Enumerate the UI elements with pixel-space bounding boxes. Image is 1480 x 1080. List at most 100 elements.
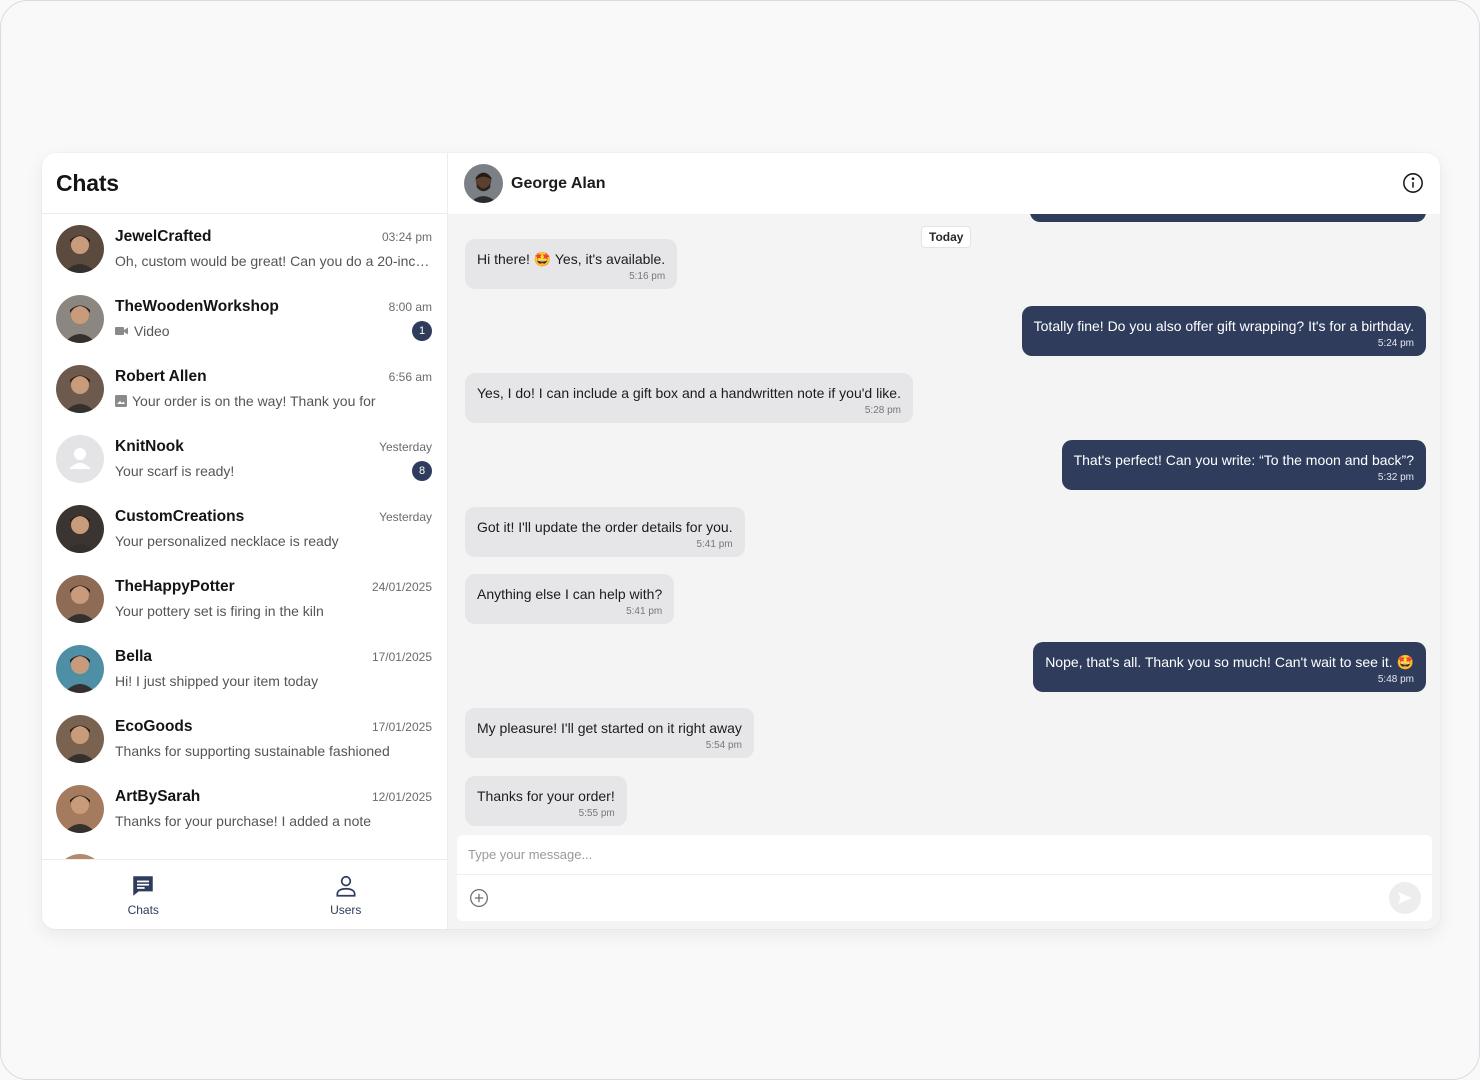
date-separator: Today [921, 226, 972, 248]
tab-users-label: Users [330, 902, 362, 917]
chat-time: 03:24 pm [381, 229, 432, 244]
conversation-panel: George Alan Today Hi there! 🤩 Yes, it's … [448, 153, 1440, 929]
chat-list-item[interactable]: EcoGoods 17/01/2025 Thanks for supporting … [42, 704, 447, 774]
message-time: 5:16 pm [629, 271, 666, 282]
chat-name: TheHappyPotter [115, 577, 235, 595]
chat-list-item[interactable]: Bella 17/01/2025 Hi! I just shipped your i… [42, 634, 447, 704]
bottom-tab-bar: Chats Users [42, 859, 447, 929]
chat-preview-text: Thanks for your purchase! I added a note [115, 812, 372, 829]
avatar [56, 295, 104, 343]
sidebar-header: Chats [42, 153, 447, 214]
chat-preview: Your order is on the way! Thank you for [115, 393, 376, 409]
incoming-message[interactable]: Thanks for your order! 5:55 pm [465, 776, 627, 826]
avatar [56, 645, 104, 693]
chat-name: Bella [115, 647, 153, 665]
avatar [56, 505, 104, 553]
send-icon [1398, 892, 1412, 904]
chat-list-item[interactable]: ArtBySarah 12/01/2025 Thanks for your purc… [42, 774, 447, 844]
outgoing-message[interactable]: That's perfect! Can you write: “To the m… [1061, 440, 1426, 490]
incoming-message[interactable]: Anything else I can help with? 5:41 pm [465, 574, 675, 624]
chat-preview: Your personalized necklace is ready [115, 533, 339, 549]
chat-app: Chats JewelCrafted 03:24 pm Oh, custom wou… [42, 153, 1440, 929]
message-area[interactable]: Today Hi there! 🤩 Yes, it's available. 5:… [448, 214, 1440, 835]
chat-name: EcoGoods [115, 717, 193, 735]
chat-preview-text: Your scarf is ready! [115, 462, 235, 479]
tab-users[interactable]: Users [245, 860, 448, 929]
add-attachment-icon[interactable] [469, 888, 489, 908]
contact-name: George Alan [511, 174, 606, 192]
chat-time: 12/01/2025 [371, 789, 432, 804]
chat-list-item[interactable]: TheHappyPotter 24/01/2025 Your pottery set… [42, 564, 447, 634]
message-text: My pleasure! I'll get started on it righ… [477, 720, 742, 736]
incoming-message[interactable]: My pleasure! I'll get started on it righ… [465, 708, 754, 758]
chat-preview-text: Your pottery set is firing in the kiln [115, 602, 324, 619]
image-icon [115, 394, 127, 407]
chat-time: 6:56 am [388, 369, 432, 384]
chat-list-item[interactable]: Robert Allen 6:56 am Your order is on the … [42, 354, 447, 424]
message-time: 5:41 pm [696, 539, 733, 550]
chat-list-item[interactable]: CustomCreations Yesterday Your personalize… [42, 494, 447, 564]
message-time: 5:48 pm [1377, 674, 1414, 685]
chat-item-body: EcoGoods 17/01/2025 Thanks for supporting … [115, 718, 432, 761]
message-text: Hi there! 🤩 Yes, it's available. [477, 251, 666, 267]
message-time: 5:55 pm [578, 808, 615, 819]
chat-list: JewelCrafted 03:24 pm Oh, custom would be … [42, 214, 447, 859]
chat-preview: Hi! I just shipped your item today [115, 673, 318, 689]
chat-preview-text: Your order is on the way! Thank you for [132, 392, 376, 409]
chat-preview: Your scarf is ready! [115, 463, 234, 479]
message-text: That's perfect! Can you write: “To the m… [1073, 452, 1414, 468]
incoming-message[interactable]: Hi there! 🤩 Yes, it's available. 5:16 pm [465, 239, 678, 289]
chat-preview-text: Hi! I just shipped your item today [115, 672, 319, 689]
chat-item-body: TheWoodenWorkshop 8:00 am Video 1 [115, 298, 432, 341]
unread-badge: 8 [412, 460, 432, 481]
chat-item-body: CustomCreations Yesterday Your personalize… [115, 508, 432, 551]
chat-name: ArtBySarah [115, 787, 201, 805]
chat-preview: Thanks for your purchase! I added a note [115, 813, 371, 829]
message-time: 5:28 pm [864, 405, 901, 416]
message-text: Thanks for your order! [477, 788, 615, 804]
composer-input-row [457, 835, 1432, 875]
video-icon [115, 326, 129, 336]
avatar [56, 225, 104, 273]
chat-preview: Oh, custom would be great! Can you do a … [115, 253, 432, 269]
chat-preview: Video [115, 323, 170, 339]
message-time: 5:24 pm [1377, 338, 1414, 349]
tab-chats[interactable]: Chats [42, 860, 245, 929]
chat-name: KnitNook [115, 437, 184, 455]
chat-name: TheWoodenWorkshop [115, 297, 279, 315]
outgoing-message[interactable]: Totally fine! Do you also offer gift wra… [1021, 306, 1426, 356]
chat-name: JewelCrafted [115, 227, 212, 245]
message-time: 5:54 pm [705, 740, 742, 751]
chat-time: 24/01/2025 [371, 579, 432, 594]
chat-time: 8:00 am [388, 299, 432, 314]
contact-avatar[interactable] [464, 164, 503, 203]
message-time: 5:41 pm [626, 606, 663, 617]
message-text: Nope, that's all. Thank you so much! Can… [1045, 654, 1414, 670]
send-button[interactable] [1389, 882, 1421, 914]
chat-item-body: ArtBySarah 12/01/2025 Thanks for your purc… [115, 788, 432, 831]
chat-time: Yesterday [379, 509, 432, 524]
message-text: Yes, I do! I can include a gift box and … [477, 385, 901, 401]
tab-chats-label: Chats [127, 902, 159, 917]
chat-list-item[interactable]: KnitNook Yesterday Your scarf is ready! 8 [42, 424, 447, 494]
chat-preview-text: Video [134, 322, 170, 339]
chat-item-body: JewelCrafted 03:24 pm Oh, custom would be … [115, 228, 432, 271]
chat-time: 17/01/2025 [371, 649, 432, 664]
chat-preview-text: Thanks for supporting sustainable fashio… [115, 742, 390, 759]
outgoing-message[interactable]: Nope, that's all. Thank you so much! Can… [1033, 642, 1426, 692]
message-text: Got it! I'll update the order details fo… [477, 519, 733, 535]
message-text: Anything else I can help with? [477, 586, 663, 602]
incoming-message[interactable]: Got it! I'll update the order details fo… [465, 507, 745, 557]
chat-time: Yesterday [379, 439, 432, 454]
chat-sidebar: Chats JewelCrafted 03:24 pm Oh, custom wou… [42, 153, 448, 929]
sidebar-title: Chats [56, 169, 119, 196]
chat-item-body: Bella 17/01/2025 Hi! I just shipped your i… [115, 648, 432, 691]
incoming-message[interactable]: Yes, I do! I can include a gift box and … [465, 373, 913, 423]
chat-preview: Thanks for supporting sustainable fashio… [115, 743, 390, 759]
avatar [56, 365, 104, 413]
chat-list-item[interactable]: JewelCrafted 03:24 pm Oh, custom would be … [42, 214, 447, 284]
info-icon[interactable] [1402, 172, 1424, 194]
chat-item-body: TheHappyPotter 24/01/2025 Your pottery set… [115, 578, 432, 621]
chat-list-item[interactable]: TheWoodenWorkshop 8:00 am Video 1 [42, 284, 447, 354]
message-input[interactable] [468, 847, 1432, 862]
